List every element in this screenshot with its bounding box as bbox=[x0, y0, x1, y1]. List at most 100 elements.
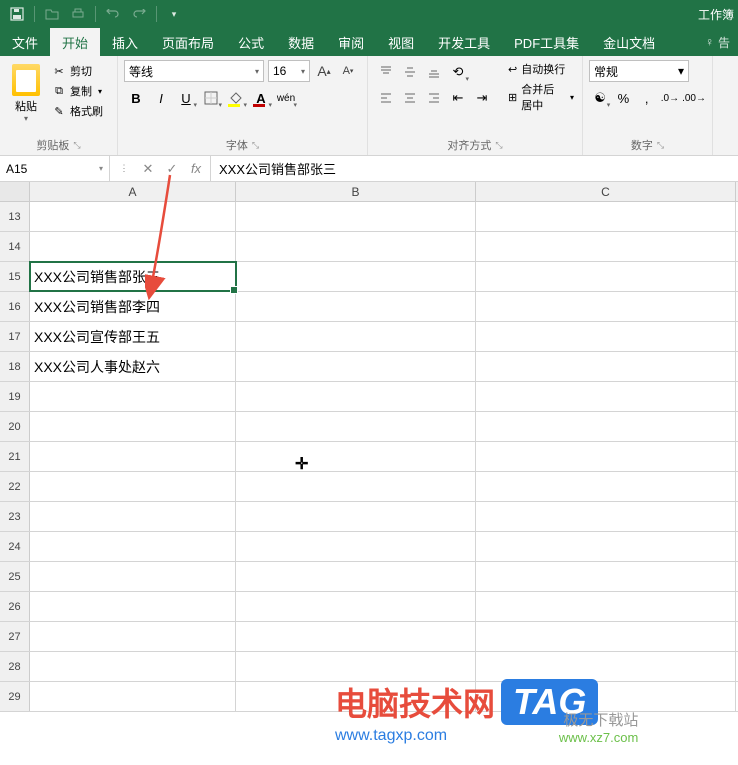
cell[interactable] bbox=[30, 502, 236, 531]
cell[interactable] bbox=[476, 442, 736, 471]
cell[interactable] bbox=[476, 682, 736, 711]
font-size-select[interactable]: 16▾ bbox=[268, 60, 310, 82]
row-header[interactable]: 28 bbox=[0, 652, 30, 681]
column-header[interactable]: A bbox=[30, 182, 236, 201]
column-header[interactable]: C bbox=[476, 182, 736, 201]
align-bottom-button[interactable] bbox=[422, 60, 446, 84]
cut-button[interactable]: ✂剪切 bbox=[50, 62, 105, 80]
cell[interactable] bbox=[476, 322, 736, 351]
cell[interactable] bbox=[30, 202, 236, 231]
grow-font-button[interactable]: A▴ bbox=[314, 60, 334, 82]
enter-icon[interactable]: ✓ bbox=[160, 157, 184, 181]
row-header[interactable]: 27 bbox=[0, 622, 30, 651]
cell[interactable] bbox=[236, 292, 476, 321]
tab-金山文档[interactable]: 金山文档 bbox=[591, 28, 667, 56]
row-header[interactable]: 29 bbox=[0, 682, 30, 711]
name-box[interactable]: A15▾ bbox=[0, 156, 110, 181]
format-painter-button[interactable]: ✎格式刷 bbox=[50, 102, 105, 120]
cell[interactable] bbox=[30, 652, 236, 681]
row-header[interactable]: 14 bbox=[0, 232, 30, 261]
cell[interactable]: XXX公司销售部张三 bbox=[30, 262, 236, 291]
cell[interactable] bbox=[30, 562, 236, 591]
cell[interactable] bbox=[236, 682, 476, 711]
paste-button[interactable]: 粘贴 ▾ bbox=[6, 60, 46, 135]
row-header[interactable]: 13 bbox=[0, 202, 30, 231]
row-header[interactable]: 24 bbox=[0, 532, 30, 561]
bold-button[interactable]: B bbox=[124, 86, 148, 110]
cell[interactable]: XXX公司销售部李四 bbox=[30, 292, 236, 321]
cell[interactable] bbox=[476, 502, 736, 531]
phonetic-button[interactable]: wén▾ bbox=[274, 86, 298, 110]
tab-插入[interactable]: 插入 bbox=[100, 28, 150, 56]
cell[interactable] bbox=[236, 592, 476, 621]
cell[interactable] bbox=[476, 292, 736, 321]
tab-页面布局[interactable]: 页面布局 bbox=[150, 28, 226, 56]
italic-button[interactable]: I bbox=[149, 86, 173, 110]
column-header[interactable]: B bbox=[236, 182, 476, 201]
cell[interactable] bbox=[236, 262, 476, 291]
cell[interactable] bbox=[476, 352, 736, 381]
tell-me[interactable]: ♀告 bbox=[697, 28, 738, 56]
orientation-button[interactable]: ⟲▾ bbox=[446, 60, 470, 84]
currency-button[interactable]: ☯▾ bbox=[589, 86, 611, 110]
cell[interactable] bbox=[476, 562, 736, 591]
number-format-select[interactable]: 常规▾ bbox=[589, 60, 689, 82]
cell[interactable] bbox=[476, 232, 736, 261]
tab-PDF工具集[interactable]: PDF工具集 bbox=[502, 28, 591, 56]
font-color-button[interactable]: A▾ bbox=[249, 86, 273, 110]
cell[interactable] bbox=[476, 532, 736, 561]
tab-审阅[interactable]: 审阅 bbox=[326, 28, 376, 56]
cell[interactable] bbox=[236, 502, 476, 531]
cell[interactable]: XXX公司宣传部王五 bbox=[30, 322, 236, 351]
redo-icon[interactable] bbox=[128, 3, 150, 25]
row-header[interactable]: 23 bbox=[0, 502, 30, 531]
row-header[interactable]: 18 bbox=[0, 352, 30, 381]
cell[interactable] bbox=[30, 622, 236, 651]
comma-button[interactable]: , bbox=[636, 86, 658, 110]
row-header[interactable]: 22 bbox=[0, 472, 30, 501]
save-icon[interactable] bbox=[6, 3, 28, 25]
cell[interactable] bbox=[30, 472, 236, 501]
percent-button[interactable]: % bbox=[612, 86, 634, 110]
font-name-select[interactable]: 等线▾ bbox=[124, 60, 264, 82]
dialog-launcher-icon[interactable]: ⤡ bbox=[73, 140, 80, 151]
cell[interactable] bbox=[236, 412, 476, 441]
cell[interactable] bbox=[476, 412, 736, 441]
tab-文件[interactable]: 文件 bbox=[0, 28, 50, 56]
copy-button[interactable]: ⧉复制▾ bbox=[50, 82, 105, 100]
increase-decimal-button[interactable]: .0→ bbox=[659, 86, 681, 110]
dialog-launcher-icon[interactable]: ⤡ bbox=[657, 140, 664, 151]
cell[interactable] bbox=[236, 352, 476, 381]
cell[interactable] bbox=[30, 532, 236, 561]
tab-公式[interactable]: 公式 bbox=[226, 28, 276, 56]
border-button[interactable]: ▾ bbox=[199, 86, 223, 110]
tab-开始[interactable]: 开始 bbox=[50, 28, 100, 56]
underline-button[interactable]: U▾ bbox=[174, 86, 198, 110]
open-icon[interactable] bbox=[41, 3, 63, 25]
cell[interactable] bbox=[30, 232, 236, 261]
cell[interactable] bbox=[30, 682, 236, 711]
cell[interactable] bbox=[30, 592, 236, 621]
wrap-text-button[interactable]: ↩自动换行 bbox=[506, 60, 576, 78]
formula-input[interactable]: XXX公司销售部张三 bbox=[211, 156, 738, 181]
cell[interactable] bbox=[476, 472, 736, 501]
decrease-decimal-button[interactable]: .00→ bbox=[682, 86, 706, 110]
row-header[interactable]: 17 bbox=[0, 322, 30, 351]
select-all-corner[interactable] bbox=[0, 182, 30, 201]
cell[interactable] bbox=[30, 382, 236, 411]
merge-center-button[interactable]: ⊞合并后居中▾ bbox=[506, 80, 576, 114]
cell[interactable] bbox=[30, 412, 236, 441]
tab-数据[interactable]: 数据 bbox=[276, 28, 326, 56]
row-header[interactable]: 19 bbox=[0, 382, 30, 411]
qat-customize-icon[interactable]: ▾ bbox=[163, 3, 185, 25]
dropdown-icon[interactable]: ⋮ bbox=[112, 157, 136, 181]
row-header[interactable]: 20 bbox=[0, 412, 30, 441]
cell[interactable] bbox=[476, 592, 736, 621]
cell[interactable] bbox=[476, 652, 736, 681]
row-header[interactable]: 21 bbox=[0, 442, 30, 471]
align-middle-button[interactable] bbox=[398, 60, 422, 84]
cell[interactable] bbox=[236, 232, 476, 261]
cell[interactable] bbox=[236, 532, 476, 561]
increase-indent-button[interactable]: ⇥ bbox=[470, 86, 494, 110]
cell[interactable] bbox=[236, 202, 476, 231]
